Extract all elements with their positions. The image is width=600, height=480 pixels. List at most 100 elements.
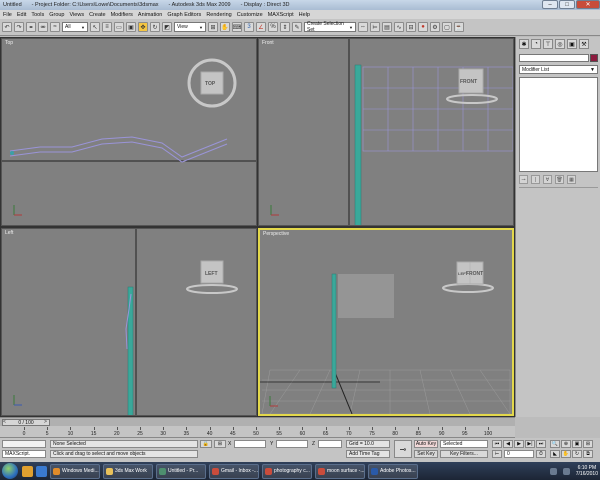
next-frame-icon[interactable]: ▶|	[525, 440, 535, 448]
maximize-viewport-icon[interactable]: ⧉	[583, 450, 593, 458]
key-filters-button[interactable]: Key Filters...	[440, 450, 488, 458]
absolute-mode-icon[interactable]: ⊞	[214, 440, 226, 448]
viewcube-front[interactable]: FRONT	[446, 68, 498, 104]
quick-launch-ie-icon[interactable]	[36, 465, 47, 477]
viewport-left[interactable]: LEFT Left	[1, 228, 257, 416]
close-button[interactable]: ✕	[576, 0, 600, 9]
zoom-icon[interactable]: 🔍	[550, 440, 560, 448]
display-tab-icon[interactable]: ▣	[567, 39, 577, 49]
render-setup-icon[interactable]: ⚙	[430, 22, 440, 32]
go-to-end-icon[interactable]: ⏭	[536, 440, 546, 448]
motion-tab-icon[interactable]: ◎	[555, 39, 565, 49]
viewport-top[interactable]: TOP Top	[1, 38, 257, 226]
orbit-icon[interactable]: ↻	[572, 450, 582, 458]
pivot-point-icon[interactable]: ⊞	[208, 22, 218, 32]
play-icon[interactable]: ▶	[514, 440, 524, 448]
selection-filter-dropdown[interactable]: All ▼	[62, 22, 88, 32]
menu-group[interactable]: Group	[49, 12, 64, 18]
maxscript-mini-listener[interactable]: MAXScript.	[2, 450, 46, 458]
minimize-button[interactable]: –	[542, 0, 558, 9]
make-unique-icon[interactable]: ∀	[543, 175, 552, 184]
mirror-icon[interactable]: ⇔	[358, 22, 368, 32]
curve-editor-icon[interactable]: ∿	[394, 22, 404, 32]
create-tab-icon[interactable]: ✱	[519, 39, 529, 49]
menu-animation[interactable]: Animation	[138, 12, 162, 18]
menu-views[interactable]: Views	[70, 12, 85, 18]
menu-file[interactable]: File	[3, 12, 12, 18]
current-frame-spinner[interactable]: 0	[504, 450, 534, 458]
track-bar[interactable]: 0 5 10 15 20 25 30 35 40 45 50 55 60 65 70 75 80 85 90 95 10…	[0, 426, 515, 438]
select-by-name-icon[interactable]: ≡	[102, 22, 112, 32]
angle-snap-icon[interactable]: ∠	[256, 22, 266, 32]
modifier-list-dropdown[interactable]: Modifier List ▼	[519, 65, 598, 74]
key-mode-toggle-icon[interactable]: ⊢	[492, 450, 502, 458]
key-mode-dropdown[interactable]: Selected	[440, 440, 488, 448]
viewport-label-left[interactable]: Left	[5, 230, 13, 236]
viewport-label-perspective[interactable]: Perspective	[263, 231, 289, 237]
rendered-frame-window-icon[interactable]: ▢	[442, 22, 452, 32]
time-slider[interactable]: 0 / 100 < >	[0, 417, 515, 426]
snaps-toggle-icon[interactable]: 3	[244, 22, 254, 32]
viewport-perspective[interactable]: FRONT LEFT Perspective	[258, 228, 514, 416]
taskbar-item-gmail[interactable]: Gmail - Inbox -...	[209, 463, 259, 479]
select-object-icon[interactable]: ↖	[90, 22, 100, 32]
menu-tools[interactable]: Tools	[31, 12, 44, 18]
select-and-move-icon[interactable]: ✥	[138, 22, 148, 32]
taskbar-item-moon-surface[interactable]: moon surface -...	[315, 463, 365, 479]
named-selection-set-dropdown[interactable]: Create Selection Set ▼	[304, 21, 356, 33]
key-icon[interactable]: ⊸	[394, 440, 412, 458]
maximize-button[interactable]: □	[559, 0, 575, 9]
taskbar-item-photography[interactable]: photography c...	[262, 463, 312, 479]
percent-snap-icon[interactable]: %	[268, 22, 278, 32]
window-crossing-icon[interactable]: ▣	[126, 22, 136, 32]
remove-modifier-icon[interactable]: 🗑	[555, 175, 564, 184]
pan-view-icon[interactable]: ✋	[561, 450, 571, 458]
lock-selection-icon[interactable]: 🔒	[200, 440, 212, 448]
network-icon[interactable]	[549, 467, 557, 475]
add-time-tag-field[interactable]: Add Time Tag	[346, 450, 390, 458]
viewport-label-top[interactable]: Top	[5, 40, 13, 46]
viewcube-top[interactable]: TOP	[187, 58, 237, 108]
show-end-result-icon[interactable]: |	[531, 175, 540, 184]
spinner-snap-icon[interactable]: ⇕	[280, 22, 290, 32]
select-and-rotate-icon[interactable]: ↻	[150, 22, 160, 32]
time-configuration-icon[interactable]: ⏱	[536, 450, 546, 458]
utilities-tab-icon[interactable]: ⚒	[579, 39, 589, 49]
viewcube-left[interactable]: LEFT	[186, 260, 238, 294]
z-coordinate-field[interactable]	[318, 440, 342, 448]
zoom-all-icon[interactable]: ⊕	[561, 440, 571, 448]
layer-manager-icon[interactable]: ▤	[382, 22, 392, 32]
viewcube-perspective[interactable]: FRONT LEFT	[442, 261, 494, 293]
menu-edit[interactable]: Edit	[17, 12, 26, 18]
zoom-extents-all-icon[interactable]: ⊞	[583, 440, 593, 448]
previous-frame-icon[interactable]: ◀	[503, 440, 513, 448]
quick-launch-explorer-icon[interactable]	[22, 465, 33, 477]
taskbar-item-3dsmax[interactable]: Untitled - Pr...	[156, 463, 206, 479]
edit-named-selection-icon[interactable]: ✎	[292, 22, 302, 32]
zoom-extents-icon[interactable]: ▣	[572, 440, 582, 448]
taskbar-item-windows-media[interactable]: Windows Medi...	[50, 463, 100, 479]
auto-key-button[interactable]: Auto Key	[414, 440, 438, 448]
menu-maxscript[interactable]: MAXScript	[268, 12, 294, 18]
object-color-swatch[interactable]	[590, 54, 598, 62]
y-coordinate-field[interactable]	[276, 440, 308, 448]
x-coordinate-field[interactable]	[234, 440, 266, 448]
undo-icon[interactable]: ↶	[2, 22, 12, 32]
menu-create[interactable]: Create	[89, 12, 106, 18]
taskbar-item-photoshop[interactable]: Adobe Photos...	[368, 463, 418, 479]
go-to-start-icon[interactable]: ⏮	[492, 440, 502, 448]
bind-to-space-warp-icon[interactable]: ≈	[50, 22, 60, 32]
menu-customize[interactable]: Customize	[237, 12, 263, 18]
set-key-button[interactable]: Set Key	[414, 450, 438, 458]
keyboard-shortcut-toggle-icon[interactable]: ⌨	[232, 22, 242, 32]
viewport-front[interactable]: FRONT Front	[258, 38, 514, 226]
schematic-view-icon[interactable]: ⊟	[406, 22, 416, 32]
start-button[interactable]	[2, 463, 18, 479]
menu-help[interactable]: Help	[299, 12, 310, 18]
align-icon[interactable]: ⊨	[370, 22, 380, 32]
prev-frame-icon[interactable]: <	[3, 419, 6, 425]
field-of-view-icon[interactable]: ◣	[550, 450, 560, 458]
object-name-field[interactable]	[519, 54, 589, 62]
select-and-scale-icon[interactable]: ◩	[162, 22, 172, 32]
unlink-icon[interactable]: ⚮	[38, 22, 48, 32]
